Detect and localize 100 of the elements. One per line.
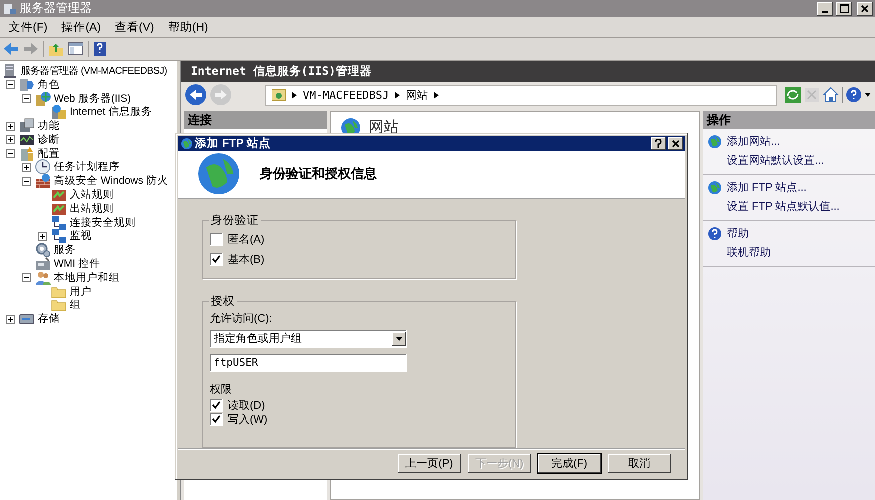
- expand-toggle[interactable]: [6, 122, 14, 131]
- close-button[interactable]: [857, 2, 873, 16]
- content-title: 网站: [369, 118, 399, 137]
- globe-icon: [708, 134, 722, 148]
- tree-item[interactable]: 出站规则: [69, 202, 115, 216]
- checkbox[interactable]: [210, 253, 223, 266]
- pane-title: Internet 信息服务(IIS)管理器: [181, 61, 875, 82]
- expand-toggle[interactable]: [22, 162, 30, 172]
- expand-toggle[interactable]: [6, 314, 14, 324]
- tree-item[interactable]: 任务计划程序: [53, 160, 121, 174]
- action-link[interactable]: 添加 FTP 站点...: [727, 180, 807, 195]
- tree-item[interactable]: 用户: [69, 284, 93, 299]
- checkbox[interactable]: [210, 233, 223, 246]
- tree-item[interactable]: 服务器管理器 (VM-MACFEEDBSJ): [20, 64, 168, 78]
- collapse-toggle[interactable]: [6, 80, 14, 90]
- window-title: 服务器管理器: [20, 0, 93, 17]
- folder-icon: [272, 89, 286, 101]
- rules-icon: [51, 187, 67, 204]
- checkbox-label: 匿名(A): [228, 233, 265, 248]
- collapse-toggle[interactable]: [22, 94, 30, 103]
- clock-icon: [35, 159, 51, 176]
- tree-item[interactable]: 连接安全规则: [69, 216, 137, 230]
- up-folder-icon[interactable]: [48, 41, 64, 57]
- chevron-icon: [434, 92, 440, 98]
- tree-item[interactable]: WMI 控件: [53, 257, 102, 272]
- window-icon: [3, 2, 17, 14]
- action-link[interactable]: 联机帮助: [727, 245, 771, 260]
- expand-toggle[interactable]: [6, 135, 14, 144]
- help-icon: [655, 139, 662, 148]
- caret-icon[interactable]: [865, 93, 871, 97]
- checkbox[interactable]: [210, 399, 223, 412]
- help-icon[interactable]: [846, 87, 862, 103]
- checkbox-label: 基本(B): [228, 253, 265, 268]
- tree-item[interactable]: 存储: [37, 312, 61, 326]
- dialog-button[interactable]: 取消: [608, 454, 671, 474]
- collapse-toggle[interactable]: [6, 149, 14, 158]
- dialog-button[interactable]: 上一页(P): [398, 454, 461, 474]
- field-label: 权限: [210, 382, 233, 397]
- tree-item[interactable]: 角色: [37, 78, 61, 92]
- minimize-button[interactable]: [817, 2, 833, 16]
- panel-title: 操作: [703, 111, 875, 129]
- action-link[interactable]: 添加网站...: [727, 134, 780, 149]
- console-tree-icon[interactable]: [68, 41, 84, 57]
- refresh-icon[interactable]: [785, 87, 801, 103]
- action-link[interactable]: 帮助: [727, 226, 749, 241]
- maximize-button[interactable]: [836, 2, 852, 16]
- tree-item[interactable]: 高级安全 Windows 防火: [53, 174, 170, 188]
- chevron-icon: [395, 92, 400, 98]
- group-title: 身份验证: [210, 214, 260, 228]
- field-label: 允许访问(C):: [210, 312, 274, 326]
- tree-item[interactable]: 组: [69, 298, 82, 312]
- tree-item[interactable]: 本地用户和组: [53, 270, 121, 285]
- close-button[interactable]: [668, 137, 683, 150]
- chevron-icon: [292, 92, 297, 98]
- tree-item[interactable]: 入站规则: [69, 188, 115, 202]
- menu-item[interactable]: 查看(V): [108, 20, 162, 34]
- tree-item[interactable]: 配置: [37, 146, 61, 161]
- back-icon[interactable]: [3, 41, 19, 57]
- tree-item[interactable]: 功能: [37, 119, 61, 134]
- globe-icon: [198, 153, 240, 196]
- firewall-icon: [35, 173, 51, 190]
- home-icon[interactable]: [823, 87, 839, 103]
- users-input-field[interactable]: ftpUSER: [210, 354, 407, 372]
- checkbox[interactable]: [210, 413, 223, 426]
- caret-icon: [396, 336, 402, 341]
- menu-item[interactable]: 操作(A): [54, 20, 108, 34]
- network-icon: [51, 214, 67, 231]
- menu-item[interactable]: 帮助(H): [161, 20, 216, 34]
- web-server-icon: [35, 90, 51, 106]
- checkbox-label: 读取(D): [228, 399, 266, 414]
- maximize-icon: [840, 4, 848, 13]
- network-icon: [51, 228, 67, 244]
- dialog-button[interactable]: 完成(F): [538, 454, 601, 474]
- close-icon: [861, 4, 869, 12]
- minimize-icon: [822, 10, 828, 12]
- tree-item[interactable]: Web 服务器(IIS): [53, 92, 132, 106]
- back-icon[interactable]: [185, 84, 207, 106]
- help-button[interactable]: [651, 137, 666, 150]
- action-link[interactable]: 设置 FTP 站点默认值...: [727, 199, 840, 214]
- access-dropdown[interactable]: 指定角色或用户组: [210, 330, 407, 348]
- help-book-icon[interactable]: [93, 41, 107, 57]
- address-bar[interactable]: VM-MACFEEDBSJ 网站: [265, 84, 777, 106]
- dialog-title: 添加 FTP 站点: [195, 136, 272, 152]
- menu-item[interactable]: 文件(F): [2, 20, 55, 34]
- collapse-toggle[interactable]: [22, 176, 30, 186]
- breadcrumb-item[interactable]: 网站: [406, 88, 428, 102]
- globe-icon: [181, 138, 193, 150]
- users-icon: [35, 270, 51, 286]
- expand-toggle[interactable]: [38, 232, 46, 241]
- action-link[interactable]: 设置网站默认设置...: [727, 153, 824, 168]
- tree-item[interactable]: 监视: [69, 229, 93, 244]
- globe-icon: [708, 180, 722, 194]
- dialog-heading: 身份验证和授权信息: [260, 165, 377, 184]
- tree-item[interactable]: Internet 信息服务: [69, 105, 154, 120]
- tree-item[interactable]: 服务: [53, 243, 77, 258]
- help-icon: [708, 226, 722, 240]
- close-icon: [672, 140, 680, 148]
- tree-item[interactable]: 诊断: [37, 132, 61, 147]
- breadcrumb-item[interactable]: VM-MACFEEDBSJ: [303, 88, 390, 102]
- collapse-toggle[interactable]: [22, 273, 30, 282]
